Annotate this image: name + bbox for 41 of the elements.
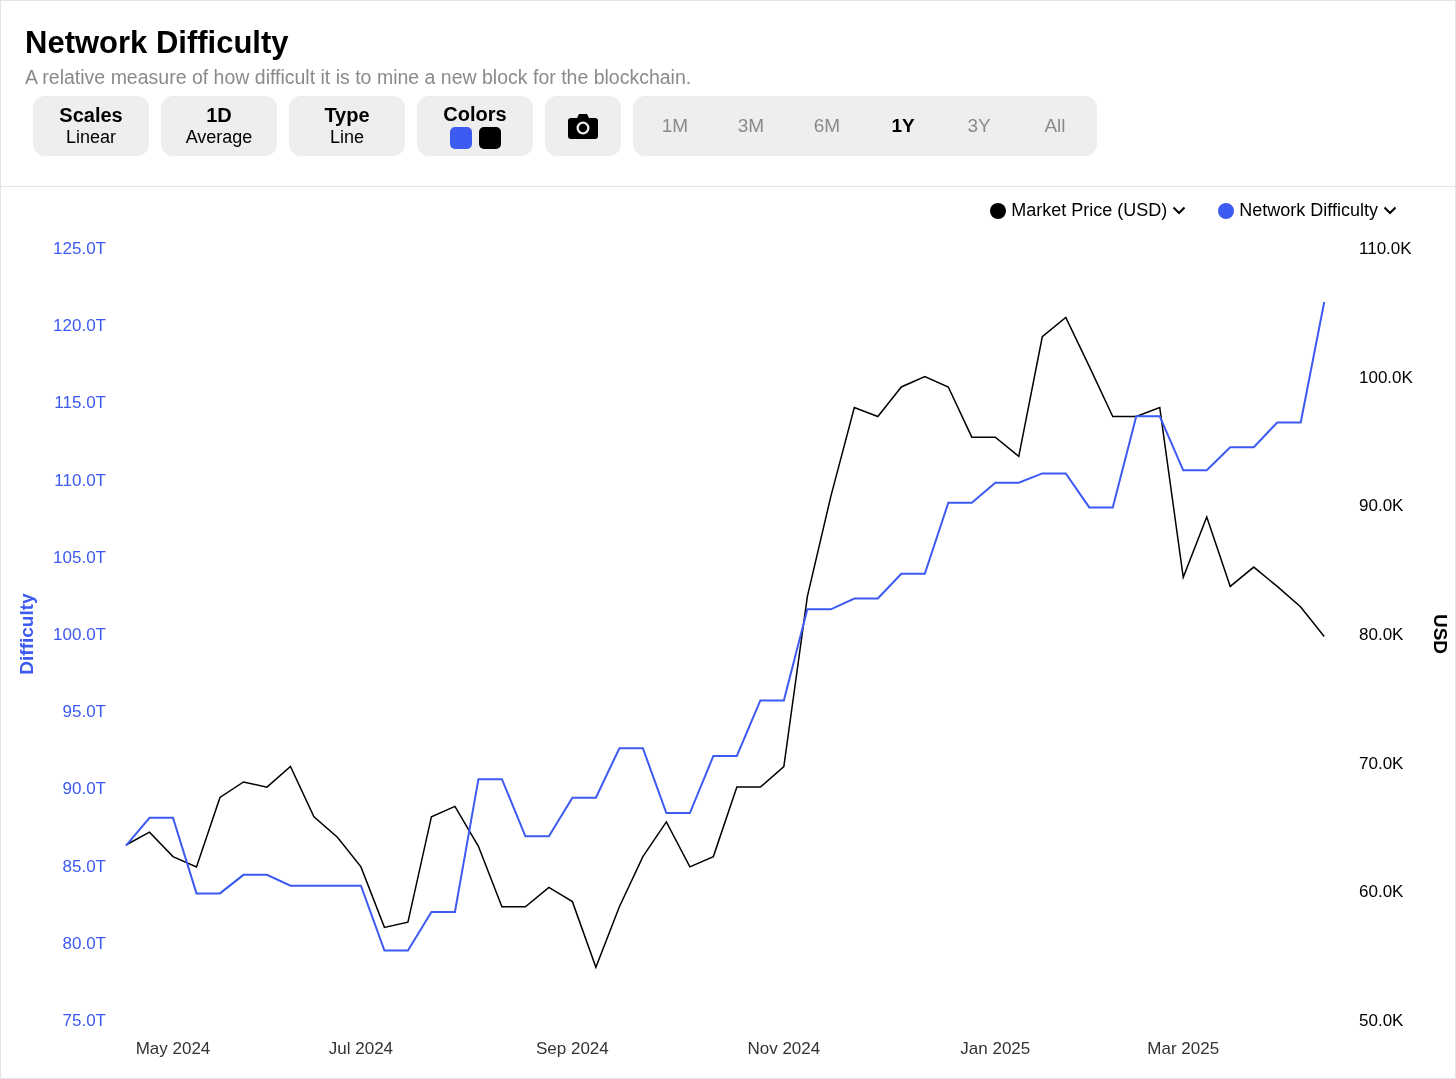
y-axis-tick-label: 90.0T <box>62 779 106 799</box>
x-axis-tick-label: Sep 2024 <box>536 1039 609 1058</box>
chart-option-button[interactable]: 1D Average <box>161 96 277 156</box>
chevron-down-icon <box>1383 206 1397 215</box>
range-tab[interactable]: 1Y <box>865 96 941 156</box>
legend-item[interactable]: Network Difficulty <box>1218 200 1397 221</box>
x-axis-tick-label: Jan 2025 <box>960 1039 1031 1058</box>
x-axis-tick-label: Nov 2024 <box>747 1039 821 1058</box>
y-axis-tick-label: 95.0T <box>62 702 106 722</box>
y-axis-tick-label: 110.0K <box>1359 239 1412 258</box>
y-axis-tick-label: 100.0T <box>53 625 106 644</box>
camera-icon <box>568 113 598 139</box>
y-axis-tick-label: 70.0K <box>1359 753 1404 773</box>
y-axis-tick-label: 80.0K <box>1359 625 1404 644</box>
y-axis-tick-label: 60.0K <box>1359 882 1404 902</box>
x-axis-tick-label: May 2024 <box>135 1039 211 1058</box>
chart-title: Network Difficulty <box>25 25 290 61</box>
y-axis-tick-label: 90.0K <box>1359 496 1404 516</box>
y-axis-tick-label: 115.0T <box>54 393 106 413</box>
y-axis-tick-label: 105.0T <box>53 547 106 567</box>
y-axis-title: Difficulty <box>16 593 37 675</box>
y-axis-tick-label: 125.0T <box>53 239 106 258</box>
y-axis-tick-label: 110.0T <box>54 470 106 490</box>
y-axis-tick-label: 80.0T <box>62 933 106 953</box>
legend-label: Network Difficulty <box>1239 200 1378 221</box>
x-axis-tick-label: Mar 2025 <box>1147 1039 1220 1058</box>
chart-option-button[interactable]: Type Line <box>289 96 405 156</box>
x-axis-tick-label: Jul 2024 <box>328 1039 394 1058</box>
y-axis-tick-label: 75.0T <box>62 1011 106 1030</box>
y-axis-tick-label: 85.0T <box>62 856 106 876</box>
chart-option-button[interactable]: Scales Linear <box>33 96 149 156</box>
y-axis-tick-label: 50.0K <box>1359 1011 1404 1030</box>
chevron-down-icon <box>1172 206 1187 215</box>
y-axis-tick-label: 100.0K <box>1359 367 1413 387</box>
chart-subtitle: A relative measure of how difficult it is to mine a new block for the blockchain. <box>25 65 693 89</box>
y-axis-title: USD <box>1430 613 1451 655</box>
legend-label: Market Price (USD) <box>1011 200 1168 221</box>
screenshot-button[interactable] <box>545 96 621 156</box>
y-axis-tick-label: 120.0T <box>53 316 106 336</box>
legend-item[interactable]: Market Price (USD) <box>990 200 1187 221</box>
colors-button[interactable]: Colors <box>417 96 533 156</box>
